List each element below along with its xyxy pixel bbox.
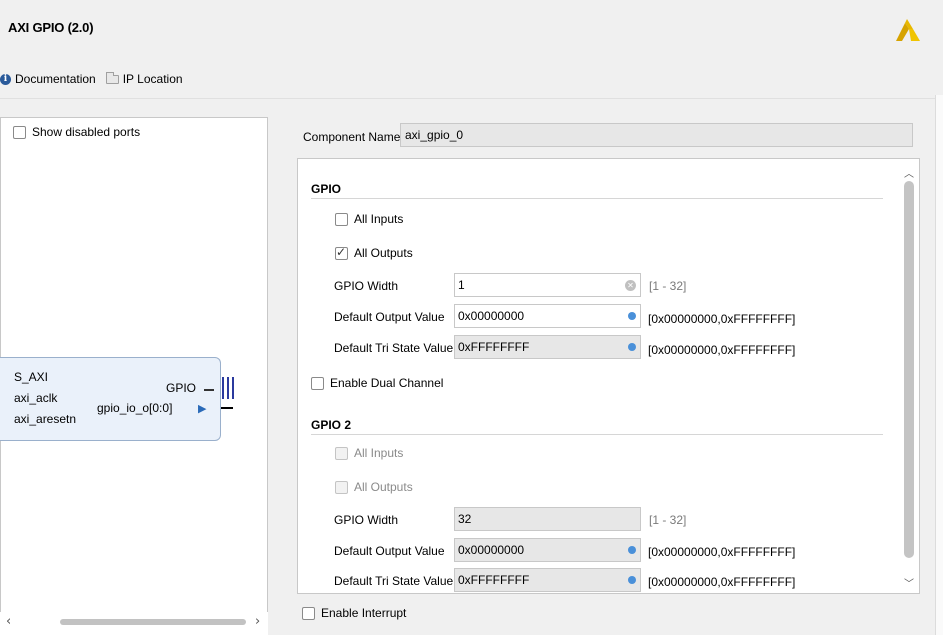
gpio2-default-tri-label: Default Tri State Value	[334, 574, 454, 588]
gpio-default-tri-label: Default Tri State Value	[334, 341, 454, 355]
checkbox-box-checked[interactable]	[335, 245, 348, 260]
enable-dual-channel-checkbox[interactable]: Enable Dual Channel	[311, 376, 443, 390]
gpio-default-tri-input[interactable]: 0xFFFFFFFF	[454, 335, 641, 359]
gpio2-default-output-range: [0x00000000,0xFFFFFFFF]	[648, 545, 796, 559]
component-name-label: Component Name	[303, 130, 401, 144]
header-divider	[0, 98, 943, 99]
ip-location-link[interactable]: IP Location	[123, 72, 183, 86]
gpio2-section-title: GPIO 2	[311, 418, 352, 432]
gpio-width-range: [1 - 32]	[649, 279, 687, 293]
gpio-default-output-range: [0x00000000,0xFFFFFFFF]	[648, 312, 796, 326]
gpio-section-title: GPIO	[311, 182, 342, 196]
documentation-link[interactable]: Documentation	[15, 72, 96, 86]
info-icon	[628, 546, 636, 554]
clear-icon[interactable]: ✕	[625, 280, 636, 291]
gpio-all-outputs-label: All Outputs	[354, 246, 413, 260]
xilinx-logo	[896, 19, 920, 41]
folder-icon	[105, 71, 119, 84]
info-icon	[628, 343, 636, 351]
info-icon	[628, 312, 636, 320]
gpio2-all-outputs-checkbox[interactable]: All Outputs	[335, 480, 413, 494]
enable-interrupt-label: Enable Interrupt	[321, 606, 407, 620]
gpio-all-inputs-checkbox[interactable]: All Inputs	[335, 212, 403, 226]
bus-interface-icon	[222, 377, 234, 399]
gpio-default-output-input[interactable]: 0x00000000	[454, 304, 641, 328]
gpio-width-input[interactable]: 1	[454, 273, 641, 297]
port-axi-aresetn[interactable]: axi_aresetn	[14, 412, 76, 426]
port-s-axi[interactable]: S_AXI	[14, 370, 48, 384]
link-bar: i Documentation IP Location	[0, 71, 183, 86]
show-disabled-ports-label: Show disabled ports	[32, 125, 141, 139]
gpio2-default-output-label: Default Output Value	[334, 544, 445, 558]
gpio-io-o-wire	[221, 407, 233, 409]
enable-interrupt-checkbox[interactable]: Enable Interrupt	[302, 606, 406, 620]
scroll-down-icon[interactable]: ﹀	[904, 575, 914, 590]
checkbox-box[interactable]	[13, 125, 26, 139]
port-axi-aclk[interactable]: axi_aclk	[14, 391, 57, 405]
window-title: AXI GPIO (2.0)	[8, 20, 94, 35]
gpio2-all-inputs-checkbox[interactable]: All Inputs	[335, 446, 403, 460]
component-name-input[interactable]: axi_gpio_0	[400, 123, 913, 147]
gpio2-default-output-input[interactable]: 0x00000000	[454, 538, 641, 562]
checkbox-box-disabled[interactable]	[335, 480, 348, 494]
gpio2-all-outputs-label: All Outputs	[354, 480, 413, 494]
gpio2-width-range: [1 - 32]	[649, 513, 687, 527]
scroll-left-icon[interactable]: ‹	[6, 614, 11, 629]
gpio2-width-input[interactable]: 32	[454, 507, 641, 531]
info-icon	[628, 576, 636, 584]
scroll-up-icon[interactable]: ︿	[904, 165, 914, 180]
horizontal-scroll-thumb[interactable]	[60, 619, 246, 625]
checkbox-box[interactable]	[311, 376, 324, 390]
gpio2-default-tri-input[interactable]: 0xFFFFFFFF	[454, 568, 641, 592]
gpio2-width-label: GPIO Width	[334, 513, 399, 527]
gpio-all-inputs-label: All Inputs	[354, 212, 404, 226]
gpio-default-tri-range: [0x00000000,0xFFFFFFFF]	[648, 343, 796, 357]
gpio-default-output-label: Default Output Value	[334, 310, 445, 324]
port-gpio-io-o[interactable]: gpio_io_o[0:0]	[97, 401, 172, 415]
gpio-section-divider	[311, 198, 883, 199]
gpio2-all-inputs-label: All Inputs	[354, 446, 404, 460]
gpio2-default-tri-range: [0x00000000,0xFFFFFFFF]	[648, 575, 796, 589]
gpio-width-label: GPIO Width	[334, 279, 399, 293]
scroll-right-icon[interactable]: ›	[255, 614, 260, 629]
checkbox-box-disabled[interactable]	[335, 446, 348, 460]
gpio2-section-divider	[311, 434, 883, 435]
gpio-all-outputs-checkbox[interactable]: All Outputs	[335, 245, 413, 260]
background-window-edge	[935, 95, 943, 635]
checkbox-box[interactable]	[302, 606, 315, 620]
show-disabled-ports-checkbox[interactable]: Show disabled ports	[13, 125, 140, 139]
gpio-port-line	[204, 389, 214, 391]
enable-dual-channel-label: Enable Dual Channel	[330, 376, 444, 390]
output-arrow-icon: ▶	[198, 402, 207, 415]
vertical-scroll-thumb[interactable]	[904, 181, 914, 558]
checkbox-box[interactable]	[335, 212, 348, 226]
info-icon: i	[0, 73, 11, 85]
port-gpio[interactable]: GPIO	[166, 381, 196, 395]
